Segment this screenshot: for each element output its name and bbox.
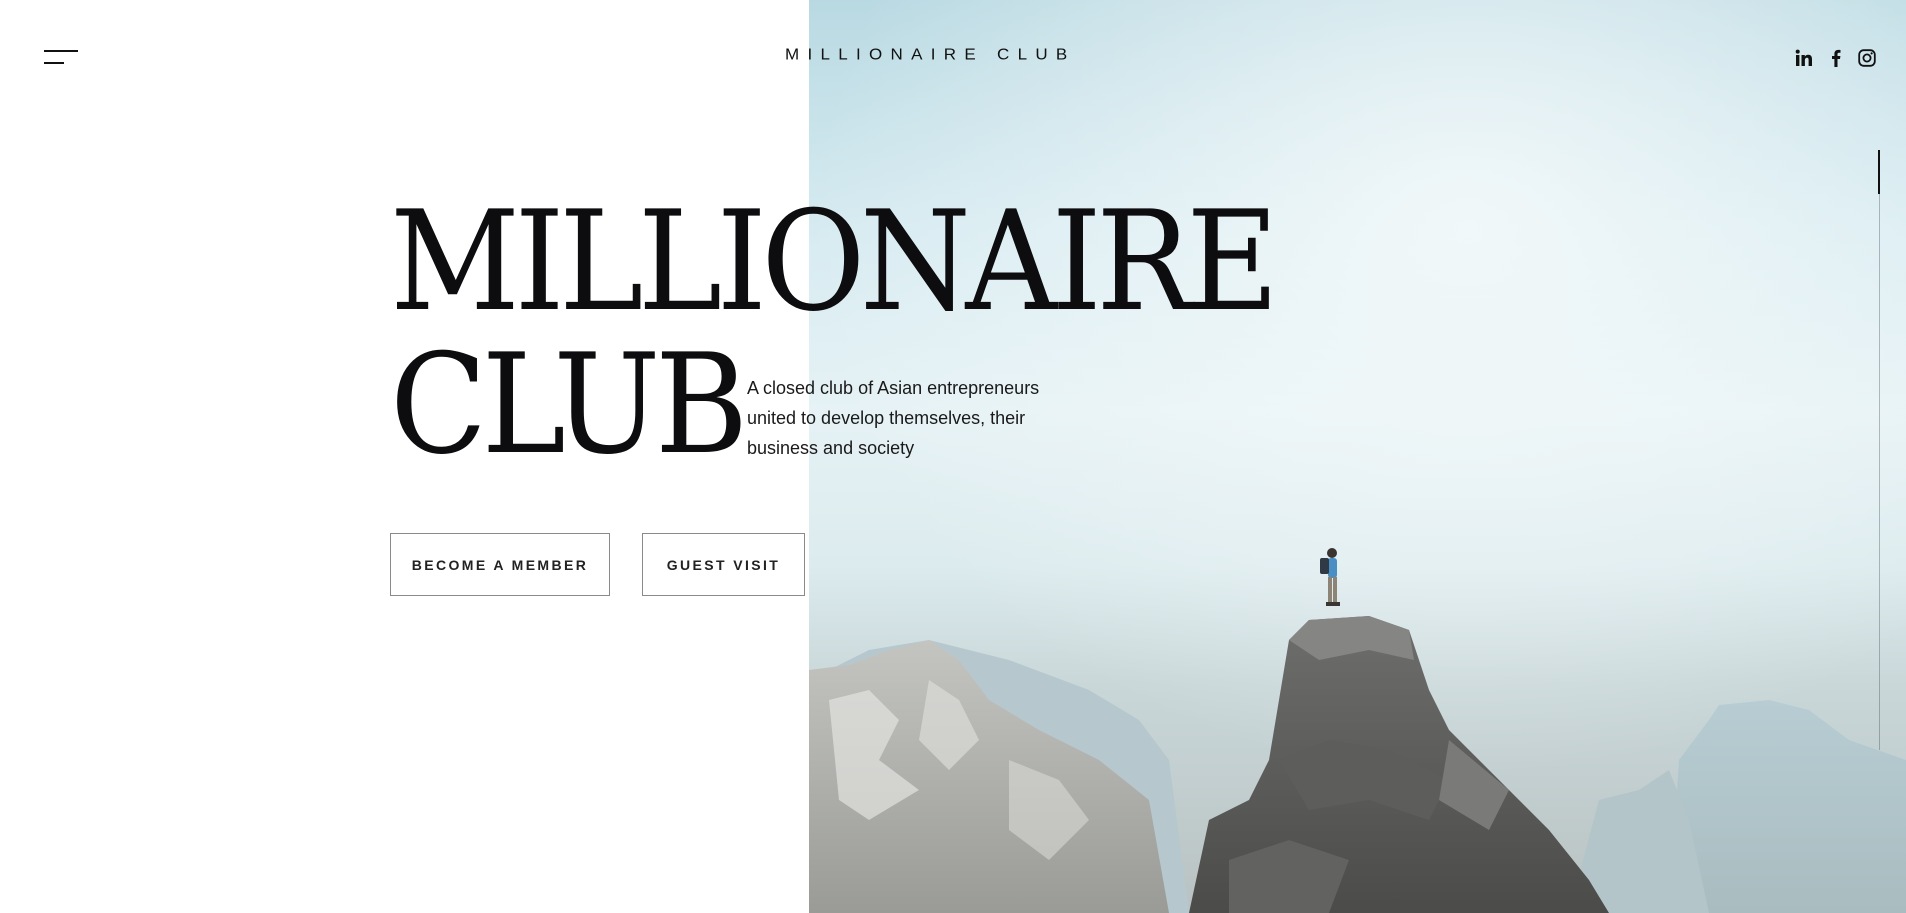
become-member-button[interactable]: BECOME A MEMBER xyxy=(390,533,610,596)
menu-line-top xyxy=(44,50,78,52)
linkedin-icon[interactable] xyxy=(1794,48,1814,68)
scroll-progress-track[interactable] xyxy=(1879,150,1880,750)
hero-intro-text: A closed club of Asian entrepreneurs uni… xyxy=(747,378,1040,458)
guest-visit-button[interactable]: GUEST VISIT xyxy=(642,533,805,596)
site-logo[interactable]: MILLIONAIRE CLUB xyxy=(785,46,1076,64)
menu-line-bottom xyxy=(44,62,64,64)
headline-line-1: MILLIONAIRE xyxy=(390,181,1279,342)
instagram-icon[interactable] xyxy=(1857,48,1877,68)
facebook-icon[interactable] xyxy=(1828,48,1844,68)
hamburger-menu-icon[interactable] xyxy=(44,48,78,66)
scroll-progress-thumb[interactable] xyxy=(1878,150,1880,194)
